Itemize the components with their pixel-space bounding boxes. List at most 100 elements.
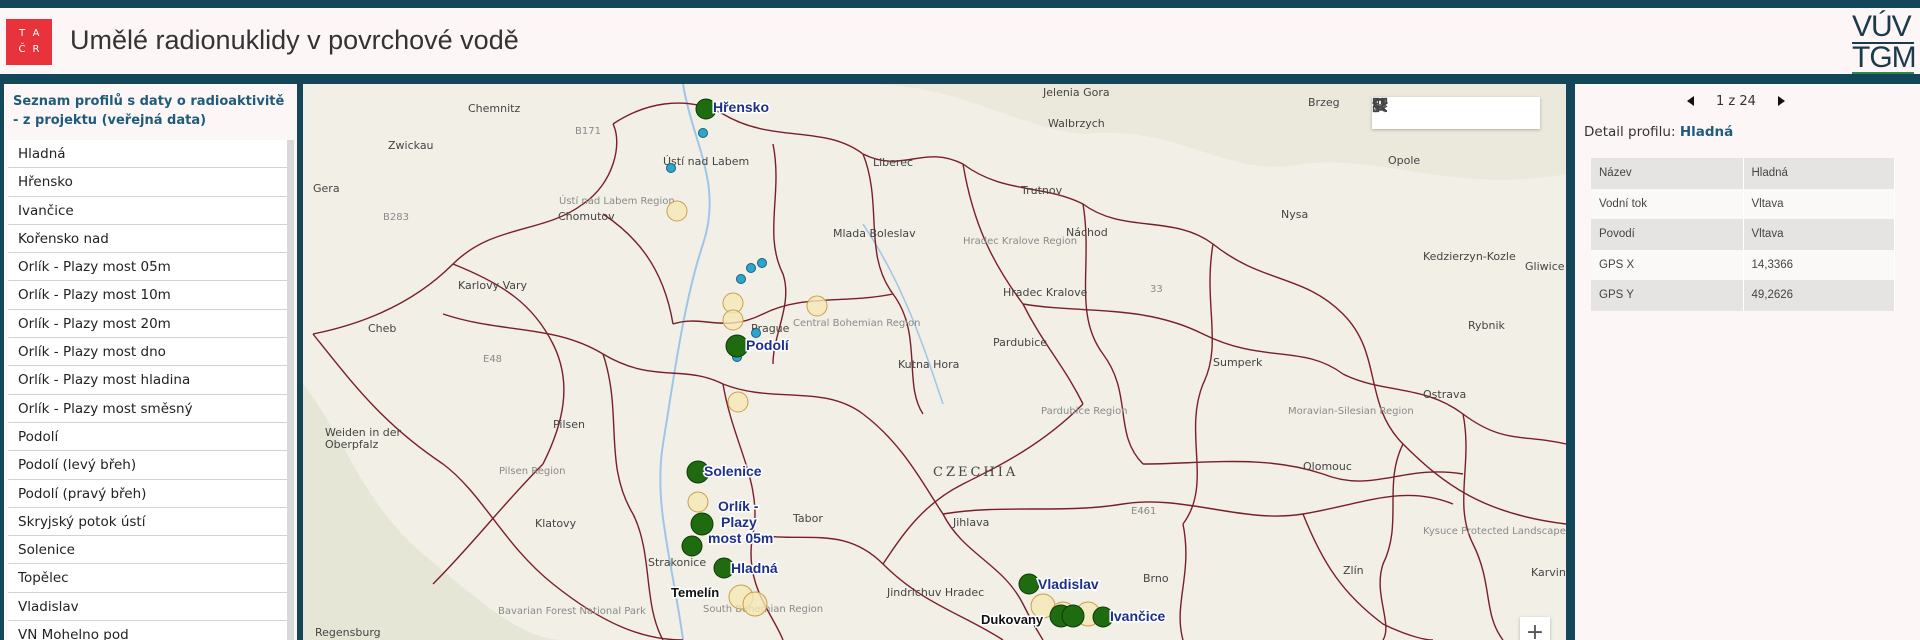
map-hatched-marker[interactable] [727, 391, 749, 413]
profile-list-item[interactable]: Orlík - Plazy most 10m [8, 281, 290, 310]
profile-list-item[interactable]: Hladná [8, 140, 290, 169]
bookmark-icon[interactable] [1375, 97, 1444, 129]
profile-list-item[interactable]: Orlík - Plazy most směsný [8, 394, 290, 423]
map-sample-point[interactable] [666, 163, 676, 173]
map-toolbar [1372, 97, 1540, 129]
map-site-label[interactable]: Solenice [703, 462, 764, 481]
qr-code-icon[interactable] [1372, 97, 1540, 129]
logo-text-bottom: TGM [1852, 41, 1917, 74]
next-page-icon[interactable] [1777, 96, 1785, 106]
map-sample-point[interactable] [746, 263, 756, 273]
map-place-label: Walbrzych [1048, 117, 1105, 130]
pager-text: 1 z 24 [1716, 93, 1756, 109]
vuv-tgm-logo: VÚV TGM [1852, 12, 1917, 74]
map-place-label: Chomutov [558, 210, 615, 223]
map-hatched-marker[interactable] [722, 309, 744, 331]
profile-list-item[interactable]: Skryjský potok ústí [8, 507, 290, 537]
map-site-marker[interactable] [725, 334, 749, 358]
map-site-label[interactable]: Orlík - [717, 497, 761, 516]
map-place-label: Tabor [792, 512, 823, 525]
previous-page-icon[interactable] [1687, 96, 1694, 106]
detail-title: Detail profilu: Hladná [1584, 124, 1733, 140]
profile-list: Hladná Hřensko Ivančice Kořensko nad Orlík -… [8, 140, 290, 640]
map-site-label[interactable]: Hladná [730, 559, 780, 578]
detail-key: GPS Y [1591, 280, 1744, 311]
map-region-label: Ústí nad Labem Region [559, 194, 675, 207]
map-place-label: Regensburg [315, 626, 381, 639]
profile-list-item[interactable]: Topělec [8, 564, 290, 593]
profile-list-panel: Seznam profilů s daty o radioaktivitě - … [4, 84, 297, 640]
profile-list-item[interactable]: Hřensko [8, 168, 290, 197]
detail-profile-name: Hladná [1679, 124, 1734, 140]
map-site-label[interactable]: most 05m [707, 529, 775, 548]
layers-icon[interactable] [1372, 97, 1508, 129]
map-site-label[interactable]: Vladislav [1037, 575, 1101, 594]
tacr-logo: T A Č R [6, 19, 52, 65]
pager: 1 z 24 [1687, 90, 1785, 112]
map-place-label: Zwickau [388, 139, 434, 152]
profile-list-item[interactable]: Orlík - Plazy most 05m [8, 253, 290, 282]
detail-row: GPS X 14,3366 [1591, 249, 1895, 280]
zoom-in-button[interactable]: + [1520, 617, 1550, 640]
map-hatched-marker[interactable] [742, 591, 768, 617]
detail-key: Povodí [1591, 219, 1744, 250]
profile-list-item[interactable]: Vladislav [8, 592, 290, 622]
map-place-label: Strakonice [648, 556, 706, 569]
map-place-label: Opole [1388, 154, 1420, 167]
map-place-label: Zlín [1343, 564, 1364, 577]
map-place-label: Hradec Kralove [1003, 286, 1088, 299]
map-place-label: Klatovy [535, 517, 577, 530]
map-sample-point[interactable] [736, 274, 746, 284]
map-region-label: Kysuce Protected Landscape Area [1423, 526, 1566, 537]
list-scrollbar[interactable] [287, 140, 294, 640]
profile-list-item[interactable]: Kořensko nad [8, 224, 290, 254]
map-hatched-marker[interactable] [666, 200, 688, 222]
map-hatched-marker[interactable] [806, 295, 828, 317]
map-town-label: Dukovany [981, 612, 1044, 627]
detail-value: Hladná [1743, 158, 1895, 189]
profile-list-item[interactable]: Solenice [8, 536, 290, 565]
detail-key: Název [1591, 158, 1744, 189]
map-region-label: Pardubice Region [1041, 406, 1128, 417]
detail-key: GPS X [1591, 249, 1744, 280]
profile-list-item[interactable]: Orlík - Plazy most dno [8, 338, 290, 367]
list-icon[interactable] [1373, 97, 1476, 129]
map-site-label[interactable]: Plazy [720, 513, 759, 532]
map-place-label: Mlada Boleslav [833, 227, 916, 240]
map-view[interactable]: Jelenia Gora Chemnitz Liberec Walbrzych … [303, 84, 1566, 640]
map-place-label: Kutna Hora [898, 358, 959, 371]
profile-list-item[interactable]: Orlík - Plazy most 20m [8, 309, 290, 339]
map-road-label: 33 [1150, 284, 1163, 295]
map-hatched-marker[interactable] [687, 491, 709, 513]
profile-list-item[interactable]: Ivančice [8, 196, 290, 225]
detail-row: Povodí Vltava [1591, 219, 1895, 250]
map-road-label: E48 [483, 354, 502, 365]
map-site-label[interactable]: Podolí [745, 336, 792, 355]
map-place-label: Oberpfalz [325, 438, 379, 451]
map-sample-point[interactable] [757, 258, 767, 268]
map-place-label: Gliwice [1525, 260, 1565, 273]
map-place-label: Brno [1143, 572, 1169, 585]
map-site-label[interactable]: Hřensko [712, 98, 771, 117]
detail-value: 14,3366 [1743, 249, 1895, 280]
map-place-label: Trutnov [1020, 184, 1063, 197]
map-site-marker[interactable] [1018, 573, 1040, 595]
profile-list-item[interactable]: Podolí [8, 422, 290, 452]
map-site-label[interactable]: Ivančice [1109, 607, 1167, 626]
profile-list-item[interactable]: Podolí (pravý břeh) [8, 479, 290, 508]
map-place-label: Jindrichuv Hradec [886, 586, 984, 599]
map-place-label: Pilsen [553, 418, 585, 431]
map-sample-point[interactable] [698, 128, 708, 138]
profile-list-item[interactable]: Podolí (levý břeh) [8, 451, 290, 480]
map-place-label: Gera [313, 182, 340, 195]
map-site-marker[interactable] [681, 535, 703, 557]
detail-row: GPS Y 49,2626 [1591, 280, 1895, 311]
map-site-marker[interactable] [1061, 604, 1085, 628]
map-place-label: Pardubice [993, 336, 1047, 349]
map-place-label: Brzeg [1308, 96, 1340, 109]
detail-key: Vodní tok [1591, 188, 1744, 219]
profile-list-item[interactable]: VN Mohelno pod [8, 621, 290, 640]
profile-list-item[interactable]: Orlík - Plazy most hladina [8, 366, 290, 395]
map-canvas[interactable]: Jelenia Gora Chemnitz Liberec Walbrzych … [303, 84, 1566, 640]
map-place-label: Nysa [1281, 208, 1308, 221]
